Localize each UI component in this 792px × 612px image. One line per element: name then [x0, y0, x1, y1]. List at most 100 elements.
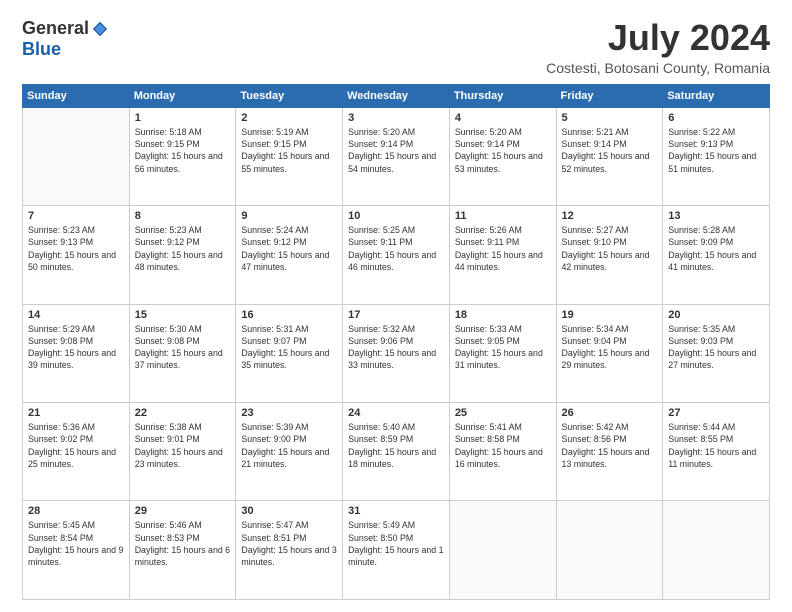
week-row-3: 14 Sunrise: 5:29 AM Sunset: 9:08 PM Dayli…: [23, 304, 770, 402]
day-cell: 14 Sunrise: 5:29 AM Sunset: 9:08 PM Dayli…: [23, 304, 130, 402]
day-number: 7: [28, 210, 124, 222]
day-info: Sunrise: 5:36 AM Sunset: 9:02 PM Dayligh…: [28, 421, 124, 470]
header-cell-monday: Monday: [129, 84, 236, 107]
day-cell: 12 Sunrise: 5:27 AM Sunset: 9:10 PM Dayli…: [556, 206, 663, 304]
calendar-table: SundayMondayTuesdayWednesdayThursdayFrid…: [22, 84, 770, 600]
day-cell: 10Sunrise: 5:25 AM Sunset: 9:11 PM Dayli…: [343, 206, 450, 304]
day-cell: [23, 107, 130, 205]
day-number: 30: [241, 505, 337, 517]
day-cell: 8 Sunrise: 5:23 AM Sunset: 9:12 PM Daylig…: [129, 206, 236, 304]
day-info: Sunrise: 5:24 AM Sunset: 9:12 PM Dayligh…: [241, 224, 337, 273]
day-info: Sunrise: 5:20 AM Sunset: 9:14 PM Dayligh…: [455, 126, 551, 175]
logo-icon: [91, 20, 109, 38]
day-info: Sunrise: 5:25 AM Sunset: 9:11 PM Dayligh…: [348, 224, 444, 273]
day-info: Sunrise: 5:23 AM Sunset: 9:13 PM Dayligh…: [28, 224, 124, 273]
location-text: Costesti, Botosani County, Romania: [546, 60, 770, 76]
day-cell: 6 Sunrise: 5:22 AM Sunset: 9:13 PM Daylig…: [663, 107, 770, 205]
day-number: 18: [455, 309, 551, 321]
day-number: 17: [348, 309, 444, 321]
day-cell: 13 Sunrise: 5:28 AM Sunset: 9:09 PM Dayli…: [663, 206, 770, 304]
day-number: 11: [455, 210, 551, 222]
day-cell: 5Sunrise: 5:21 AM Sunset: 9:14 PM Daylig…: [556, 107, 663, 205]
day-cell: 24Sunrise: 5:40 AM Sunset: 8:59 PM Dayli…: [343, 403, 450, 501]
day-number: 8: [135, 210, 231, 222]
day-cell: 7 Sunrise: 5:23 AM Sunset: 9:13 PM Daylig…: [23, 206, 130, 304]
day-info: Sunrise: 5:22 AM Sunset: 9:13 PM Dayligh…: [668, 126, 764, 175]
day-number: 3: [348, 112, 444, 124]
day-info: Sunrise: 5:45 AM Sunset: 8:54 PM Dayligh…: [28, 519, 124, 568]
logo-blue-text: Blue: [22, 39, 61, 60]
day-number: 25: [455, 407, 551, 419]
day-cell: 22Sunrise: 5:38 AM Sunset: 9:01 PM Dayli…: [129, 403, 236, 501]
day-number: 29: [135, 505, 231, 517]
day-cell: 25 Sunrise: 5:41 AM Sunset: 8:58 PM Dayli…: [449, 403, 556, 501]
day-info: Sunrise: 5:42 AM Sunset: 8:56 PM Dayligh…: [562, 421, 658, 470]
day-cell: [663, 501, 770, 600]
day-info: Sunrise: 5:29 AM Sunset: 9:08 PM Dayligh…: [28, 323, 124, 372]
day-cell: 23 Sunrise: 5:39 AM Sunset: 9:00 PM Dayli…: [236, 403, 343, 501]
week-row-1: 1 Sunrise: 5:18 AM Sunset: 9:15 PM Daylig…: [23, 107, 770, 205]
day-cell: 11 Sunrise: 5:26 AM Sunset: 9:11 PM Dayli…: [449, 206, 556, 304]
day-info: Sunrise: 5:39 AM Sunset: 9:00 PM Dayligh…: [241, 421, 337, 470]
day-number: 26: [562, 407, 658, 419]
header: General Blue July 2024 Costesti, Botosan…: [22, 18, 770, 76]
week-row-4: 21 Sunrise: 5:36 AM Sunset: 9:02 PM Dayli…: [23, 403, 770, 501]
day-info: Sunrise: 5:32 AM Sunset: 9:06 PM Dayligh…: [348, 323, 444, 372]
day-info: Sunrise: 5:44 AM Sunset: 8:55 PM Dayligh…: [668, 421, 764, 470]
day-number: 27: [668, 407, 764, 419]
day-info: Sunrise: 5:47 AM Sunset: 8:51 PM Dayligh…: [241, 519, 337, 568]
day-info: Sunrise: 5:31 AM Sunset: 9:07 PM Dayligh…: [241, 323, 337, 372]
day-number: 6: [668, 112, 764, 124]
day-cell: 16 Sunrise: 5:31 AM Sunset: 9:07 PM Dayli…: [236, 304, 343, 402]
day-number: 9: [241, 210, 337, 222]
header-cell-wednesday: Wednesday: [343, 84, 450, 107]
day-number: 31: [348, 505, 444, 517]
day-info: Sunrise: 5:40 AM Sunset: 8:59 PM Dayligh…: [348, 421, 444, 470]
day-cell: [556, 501, 663, 600]
day-info: Sunrise: 5:34 AM Sunset: 9:04 PM Dayligh…: [562, 323, 658, 372]
header-row: SundayMondayTuesdayWednesdayThursdayFrid…: [23, 84, 770, 107]
day-cell: 15Sunrise: 5:30 AM Sunset: 9:08 PM Dayli…: [129, 304, 236, 402]
page: General Blue July 2024 Costesti, Botosan…: [0, 0, 792, 612]
day-cell: 30 Sunrise: 5:47 AM Sunset: 8:51 PM Dayli…: [236, 501, 343, 600]
day-info: Sunrise: 5:27 AM Sunset: 9:10 PM Dayligh…: [562, 224, 658, 273]
day-number: 12: [562, 210, 658, 222]
day-cell: 29Sunrise: 5:46 AM Sunset: 8:53 PM Dayli…: [129, 501, 236, 600]
day-cell: 19Sunrise: 5:34 AM Sunset: 9:04 PM Dayli…: [556, 304, 663, 402]
header-cell-thursday: Thursday: [449, 84, 556, 107]
day-info: Sunrise: 5:41 AM Sunset: 8:58 PM Dayligh…: [455, 421, 551, 470]
day-number: 23: [241, 407, 337, 419]
day-info: Sunrise: 5:23 AM Sunset: 9:12 PM Dayligh…: [135, 224, 231, 273]
day-number: 4: [455, 112, 551, 124]
day-cell: 21 Sunrise: 5:36 AM Sunset: 9:02 PM Dayli…: [23, 403, 130, 501]
day-info: Sunrise: 5:33 AM Sunset: 9:05 PM Dayligh…: [455, 323, 551, 372]
day-cell: 20Sunrise: 5:35 AM Sunset: 9:03 PM Dayli…: [663, 304, 770, 402]
day-cell: 2 Sunrise: 5:19 AM Sunset: 9:15 PM Daylig…: [236, 107, 343, 205]
day-number: 21: [28, 407, 124, 419]
day-cell: 27 Sunrise: 5:44 AM Sunset: 8:55 PM Dayli…: [663, 403, 770, 501]
day-number: 14: [28, 309, 124, 321]
day-number: 13: [668, 210, 764, 222]
day-cell: [449, 501, 556, 600]
day-info: Sunrise: 5:19 AM Sunset: 9:15 PM Dayligh…: [241, 126, 337, 175]
header-cell-friday: Friday: [556, 84, 663, 107]
day-number: 28: [28, 505, 124, 517]
day-info: Sunrise: 5:38 AM Sunset: 9:01 PM Dayligh…: [135, 421, 231, 470]
day-info: Sunrise: 5:26 AM Sunset: 9:11 PM Dayligh…: [455, 224, 551, 273]
day-number: 2: [241, 112, 337, 124]
day-cell: 28 Sunrise: 5:45 AM Sunset: 8:54 PM Dayli…: [23, 501, 130, 600]
day-cell: 1 Sunrise: 5:18 AM Sunset: 9:15 PM Daylig…: [129, 107, 236, 205]
day-cell: 31Sunrise: 5:49 AM Sunset: 8:50 PM Dayli…: [343, 501, 450, 600]
day-number: 5: [562, 112, 658, 124]
day-cell: 17 Sunrise: 5:32 AM Sunset: 9:06 PM Dayli…: [343, 304, 450, 402]
day-cell: 4 Sunrise: 5:20 AM Sunset: 9:14 PM Daylig…: [449, 107, 556, 205]
day-number: 15: [135, 309, 231, 321]
title-section: July 2024 Costesti, Botosani County, Rom…: [546, 18, 770, 76]
day-number: 16: [241, 309, 337, 321]
day-number: 1: [135, 112, 231, 124]
day-info: Sunrise: 5:18 AM Sunset: 9:15 PM Dayligh…: [135, 126, 231, 175]
day-info: Sunrise: 5:28 AM Sunset: 9:09 PM Dayligh…: [668, 224, 764, 273]
month-year-title: July 2024: [546, 18, 770, 58]
logo: General Blue: [22, 18, 109, 60]
day-cell: 26 Sunrise: 5:42 AM Sunset: 8:56 PM Dayli…: [556, 403, 663, 501]
